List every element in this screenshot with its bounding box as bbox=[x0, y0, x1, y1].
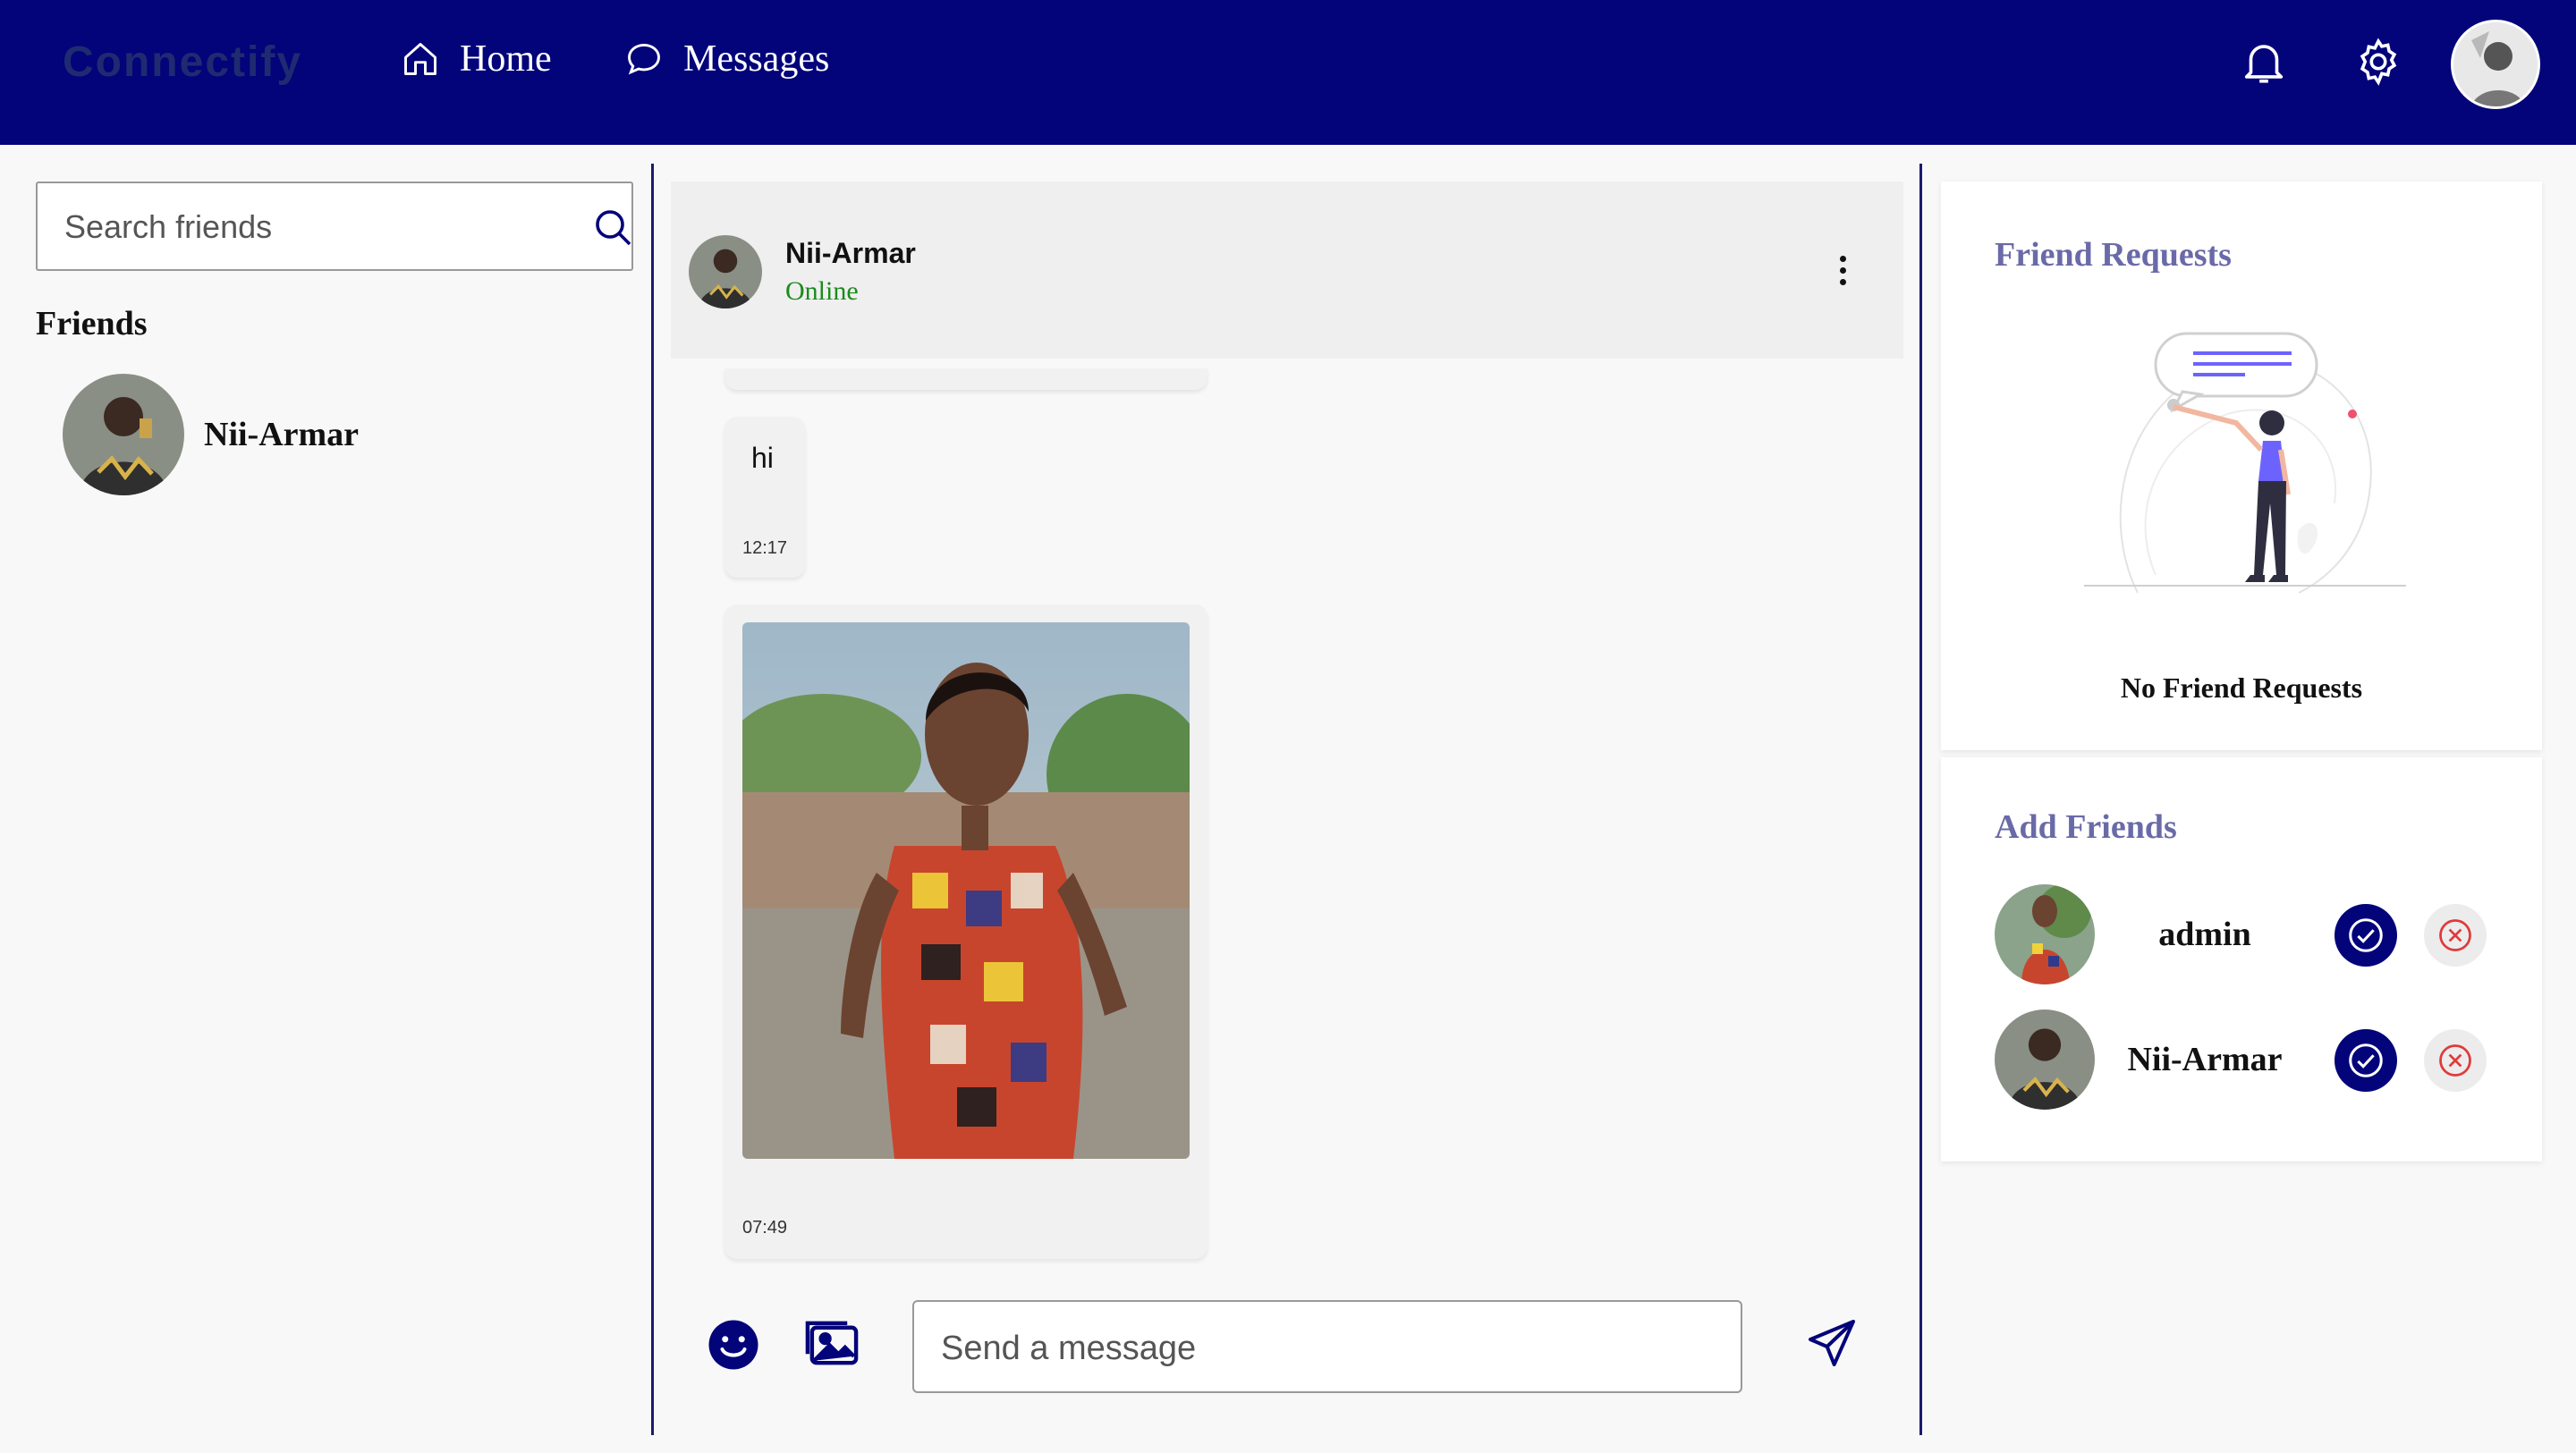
message-bubble-partial bbox=[724, 368, 1208, 390]
add-friend-row: Nii-Armar bbox=[1995, 1009, 2496, 1110]
image-upload-icon[interactable] bbox=[803, 1316, 860, 1370]
contact-name: Nii-Armar bbox=[785, 237, 916, 269]
brand-logo[interactable]: Connectify bbox=[63, 38, 302, 87]
home-icon bbox=[404, 43, 436, 75]
message-time: 12:17 bbox=[742, 538, 788, 558]
add-friend-name: admin bbox=[2158, 916, 2251, 953]
nav-messages[interactable]: Messages bbox=[624, 34, 829, 84]
reject-button[interactable] bbox=[2424, 904, 2487, 967]
send-icon[interactable] bbox=[1803, 1314, 1860, 1372]
add-friend-name: Nii-Armar bbox=[2127, 1041, 2283, 1078]
accept-button[interactable] bbox=[2334, 1029, 2397, 1092]
close-circle-icon bbox=[2439, 919, 2471, 951]
search-input[interactable] bbox=[64, 201, 547, 253]
gear-icon[interactable] bbox=[2352, 34, 2404, 89]
add-friend-row: admin bbox=[1995, 884, 2496, 984]
add-friends-panel: Add Friends admin Nii-Armar bbox=[1941, 757, 2542, 1162]
search-icon[interactable] bbox=[592, 207, 635, 249]
add-friends-title: Add Friends bbox=[1995, 808, 2177, 846]
message-text: hi bbox=[751, 442, 774, 474]
chat-bubble-icon bbox=[628, 43, 660, 75]
friend-item[interactable]: Nii-Armar bbox=[63, 374, 599, 495]
reject-button[interactable] bbox=[2424, 1029, 2487, 1092]
add-friend-avatar bbox=[1995, 884, 2095, 984]
contact-status: Online bbox=[785, 276, 859, 306]
bell-icon[interactable] bbox=[2238, 34, 2290, 89]
accept-button[interactable] bbox=[2334, 904, 2397, 967]
friend-name: Nii-Armar bbox=[204, 416, 360, 453]
message-input-box bbox=[912, 1300, 1742, 1393]
friend-avatar bbox=[63, 374, 184, 495]
message-time: 07:49 bbox=[742, 1218, 788, 1238]
divider-right bbox=[1919, 164, 1922, 1435]
search-box bbox=[36, 182, 633, 271]
empty-state-illustration bbox=[2084, 332, 2406, 594]
friend-requests-title: Friend Requests bbox=[1995, 236, 2232, 274]
top-navbar: Connectify Home Messages bbox=[0, 0, 2576, 145]
message-input[interactable] bbox=[941, 1322, 1710, 1375]
image-message-bubble: 07:49 bbox=[724, 604, 1208, 1259]
friend-requests-panel: Friend Requests No Friend Requests bbox=[1941, 182, 2542, 750]
message-photo[interactable] bbox=[742, 622, 1190, 1159]
close-circle-icon bbox=[2439, 1044, 2471, 1077]
nav-messages-label: Messages bbox=[683, 38, 830, 80]
avatar[interactable] bbox=[2451, 20, 2540, 109]
message-bubble: hi 12:17 bbox=[724, 417, 805, 578]
nav-home[interactable]: Home bbox=[401, 34, 552, 84]
check-circle-icon bbox=[2349, 1043, 2383, 1077]
divider-left bbox=[651, 164, 654, 1435]
contact-avatar[interactable] bbox=[689, 235, 762, 308]
chat-header: Nii-Armar Online bbox=[671, 182, 1903, 359]
no-requests-text: No Friend Requests bbox=[2120, 672, 2363, 704]
nav-home-label: Home bbox=[460, 38, 552, 80]
check-circle-icon bbox=[2349, 918, 2383, 952]
friends-heading: Friends bbox=[36, 305, 148, 342]
more-options-icon[interactable] bbox=[1825, 248, 1860, 292]
add-friend-avatar bbox=[1995, 1009, 2095, 1110]
emoji-icon[interactable] bbox=[707, 1318, 760, 1372]
